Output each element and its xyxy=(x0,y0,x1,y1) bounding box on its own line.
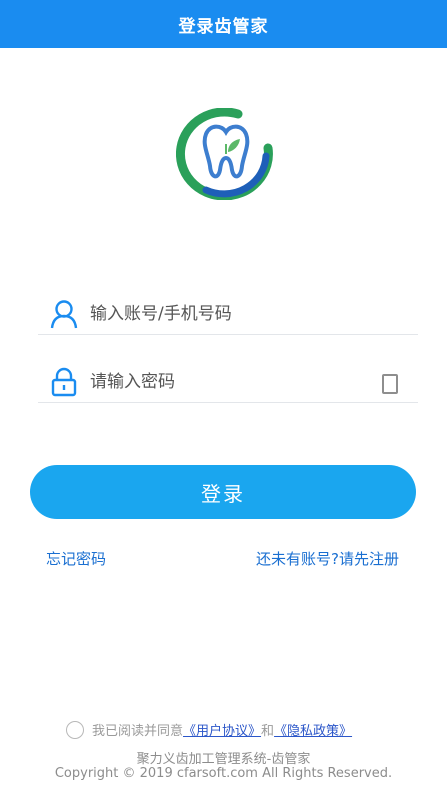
login-button[interactable]: 登录 xyxy=(30,465,416,519)
user-icon xyxy=(48,298,80,330)
agreement-row: 我已阅读并同意 《用户协议》 和 《隐私政策》 xyxy=(66,720,352,739)
password-field xyxy=(38,362,418,403)
register-link[interactable]: 还未有账号?请先注册 xyxy=(256,548,399,569)
copyright-text: Copyright © 2019 cfarsoft.com All Rights… xyxy=(54,766,393,781)
agreement-prefix: 我已阅读并同意 xyxy=(92,724,184,739)
privacy-policy-link[interactable]: 《隐私政策》 xyxy=(274,720,352,739)
agreement-checkbox[interactable] xyxy=(66,720,84,739)
user-agreement-link[interactable]: 《用户协议》 xyxy=(183,720,261,739)
header-bar: 登录齿管家 xyxy=(0,0,447,48)
tooth-logo-icon xyxy=(175,107,276,201)
forgot-password-link[interactable]: 忘记密码 xyxy=(46,548,106,569)
lock-icon xyxy=(48,366,80,398)
page-title: 登录齿管家 xyxy=(178,16,269,37)
password-visibility-toggle[interactable] xyxy=(382,374,398,394)
password-input[interactable] xyxy=(88,371,362,393)
account-field xyxy=(38,294,418,335)
agreement-and: 和 xyxy=(261,724,275,739)
system-name: 聚力义齿加工管理系统-齿管家 xyxy=(136,752,311,767)
account-input[interactable] xyxy=(88,303,362,325)
